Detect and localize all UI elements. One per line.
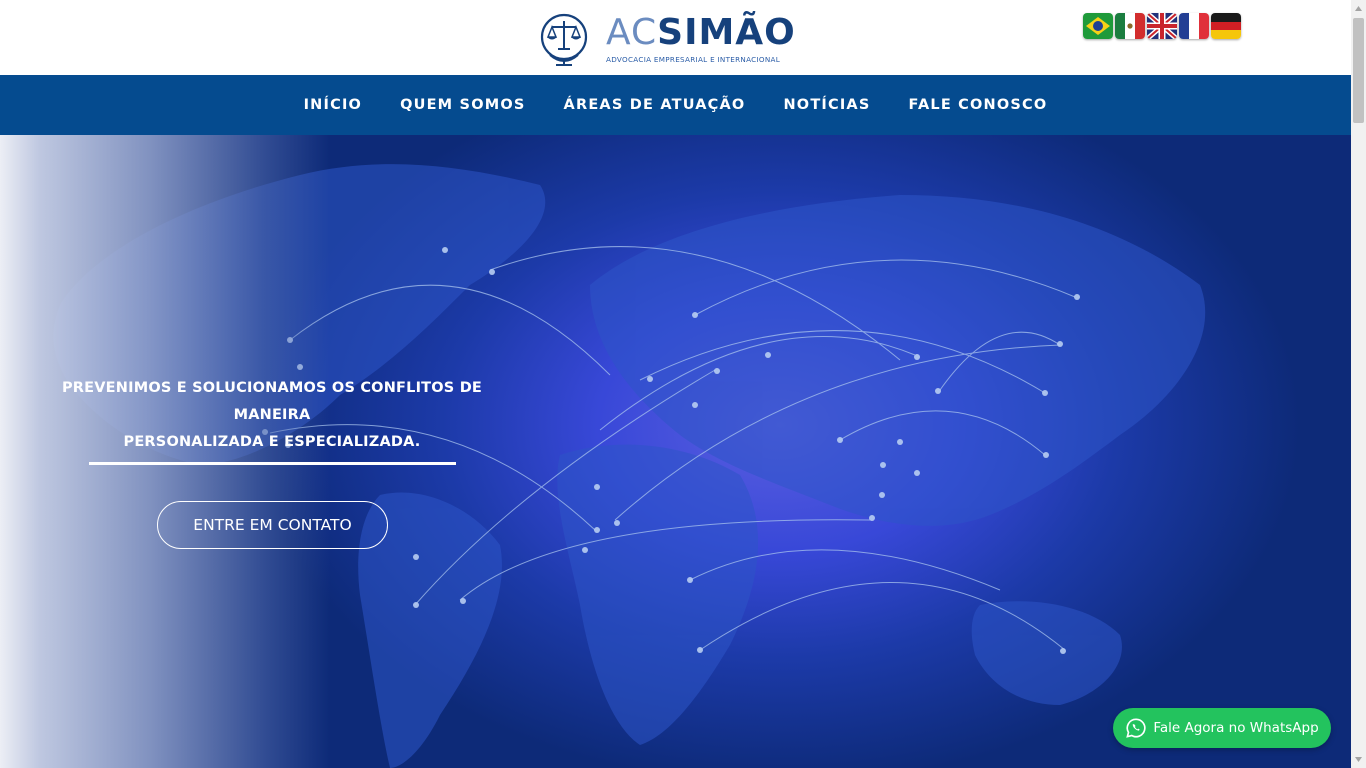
hero-headline-line-2: PERSONALIZADA E ESPECIALIZADA. [123,434,421,450]
hero-headline-line-1: PREVENIMOS E SOLUCIONAMOS OS CONFLITOS D… [61,380,483,423]
scroll-up-arrow-icon[interactable] [1351,0,1366,17]
scales-globe-logo-icon [540,13,588,66]
whatsapp-icon [1126,718,1146,738]
hero-banner: PREVENIMOS E SOLUCIONAMOS OS CONFLITOS D… [0,135,1351,768]
whatsapp-label: Fale Agora no WhatsApp [1153,720,1319,736]
brand-name-light: AC [606,11,658,53]
nav-item-fale-conosco[interactable]: FALE CONOSCO [890,97,1067,113]
nav-item-inicio[interactable]: INÍCIO [285,97,382,113]
nav-item-areas-de-atuacao[interactable]: ÁREAS DE ATUAÇÃO [545,97,765,113]
contact-cta-button[interactable]: ENTRE EM CONTATO [157,501,388,549]
site-logo[interactable]: ACSIMÃO ADVOCACIA EMPRESARIAL E INTERNAC… [540,10,815,68]
scroll-thumb[interactable] [1353,18,1364,123]
brand-name-bold: SIMÃO [657,11,796,53]
brand-tagline: ADVOCACIA EMPRESARIAL E INTERNACIONAL [606,54,781,64]
logo-text: ACSIMÃO ADVOCACIA EMPRESARIAL E INTERNAC… [606,11,796,64]
brazil-flag-icon[interactable] [1083,13,1113,39]
page-scrollbar[interactable] [1351,0,1366,768]
scroll-down-arrow-icon[interactable] [1351,751,1366,768]
brand-name: ACSIMÃO [606,11,796,53]
hero-divider [89,462,456,465]
site-header: ACSIMÃO ADVOCACIA EMPRESARIAL E INTERNAC… [0,0,1351,75]
nav-item-noticias[interactable]: NOTÍCIAS [764,97,889,113]
whatsapp-button[interactable]: Fale Agora no WhatsApp [1113,708,1331,748]
main-nav: INÍCIO QUEM SOMOS ÁREAS DE ATUAÇÃO NOTÍC… [0,75,1351,135]
hero-headline: PREVENIMOS E SOLUCIONAMOS OS CONFLITOS D… [22,375,522,456]
france-flag-icon[interactable] [1179,13,1209,39]
nav-item-quem-somos[interactable]: QUEM SOMOS [381,97,544,113]
mexico-flag-icon[interactable] [1115,13,1145,39]
germany-flag-icon[interactable] [1211,13,1241,39]
uk-flag-icon[interactable] [1147,13,1177,39]
language-selector [1083,13,1241,39]
